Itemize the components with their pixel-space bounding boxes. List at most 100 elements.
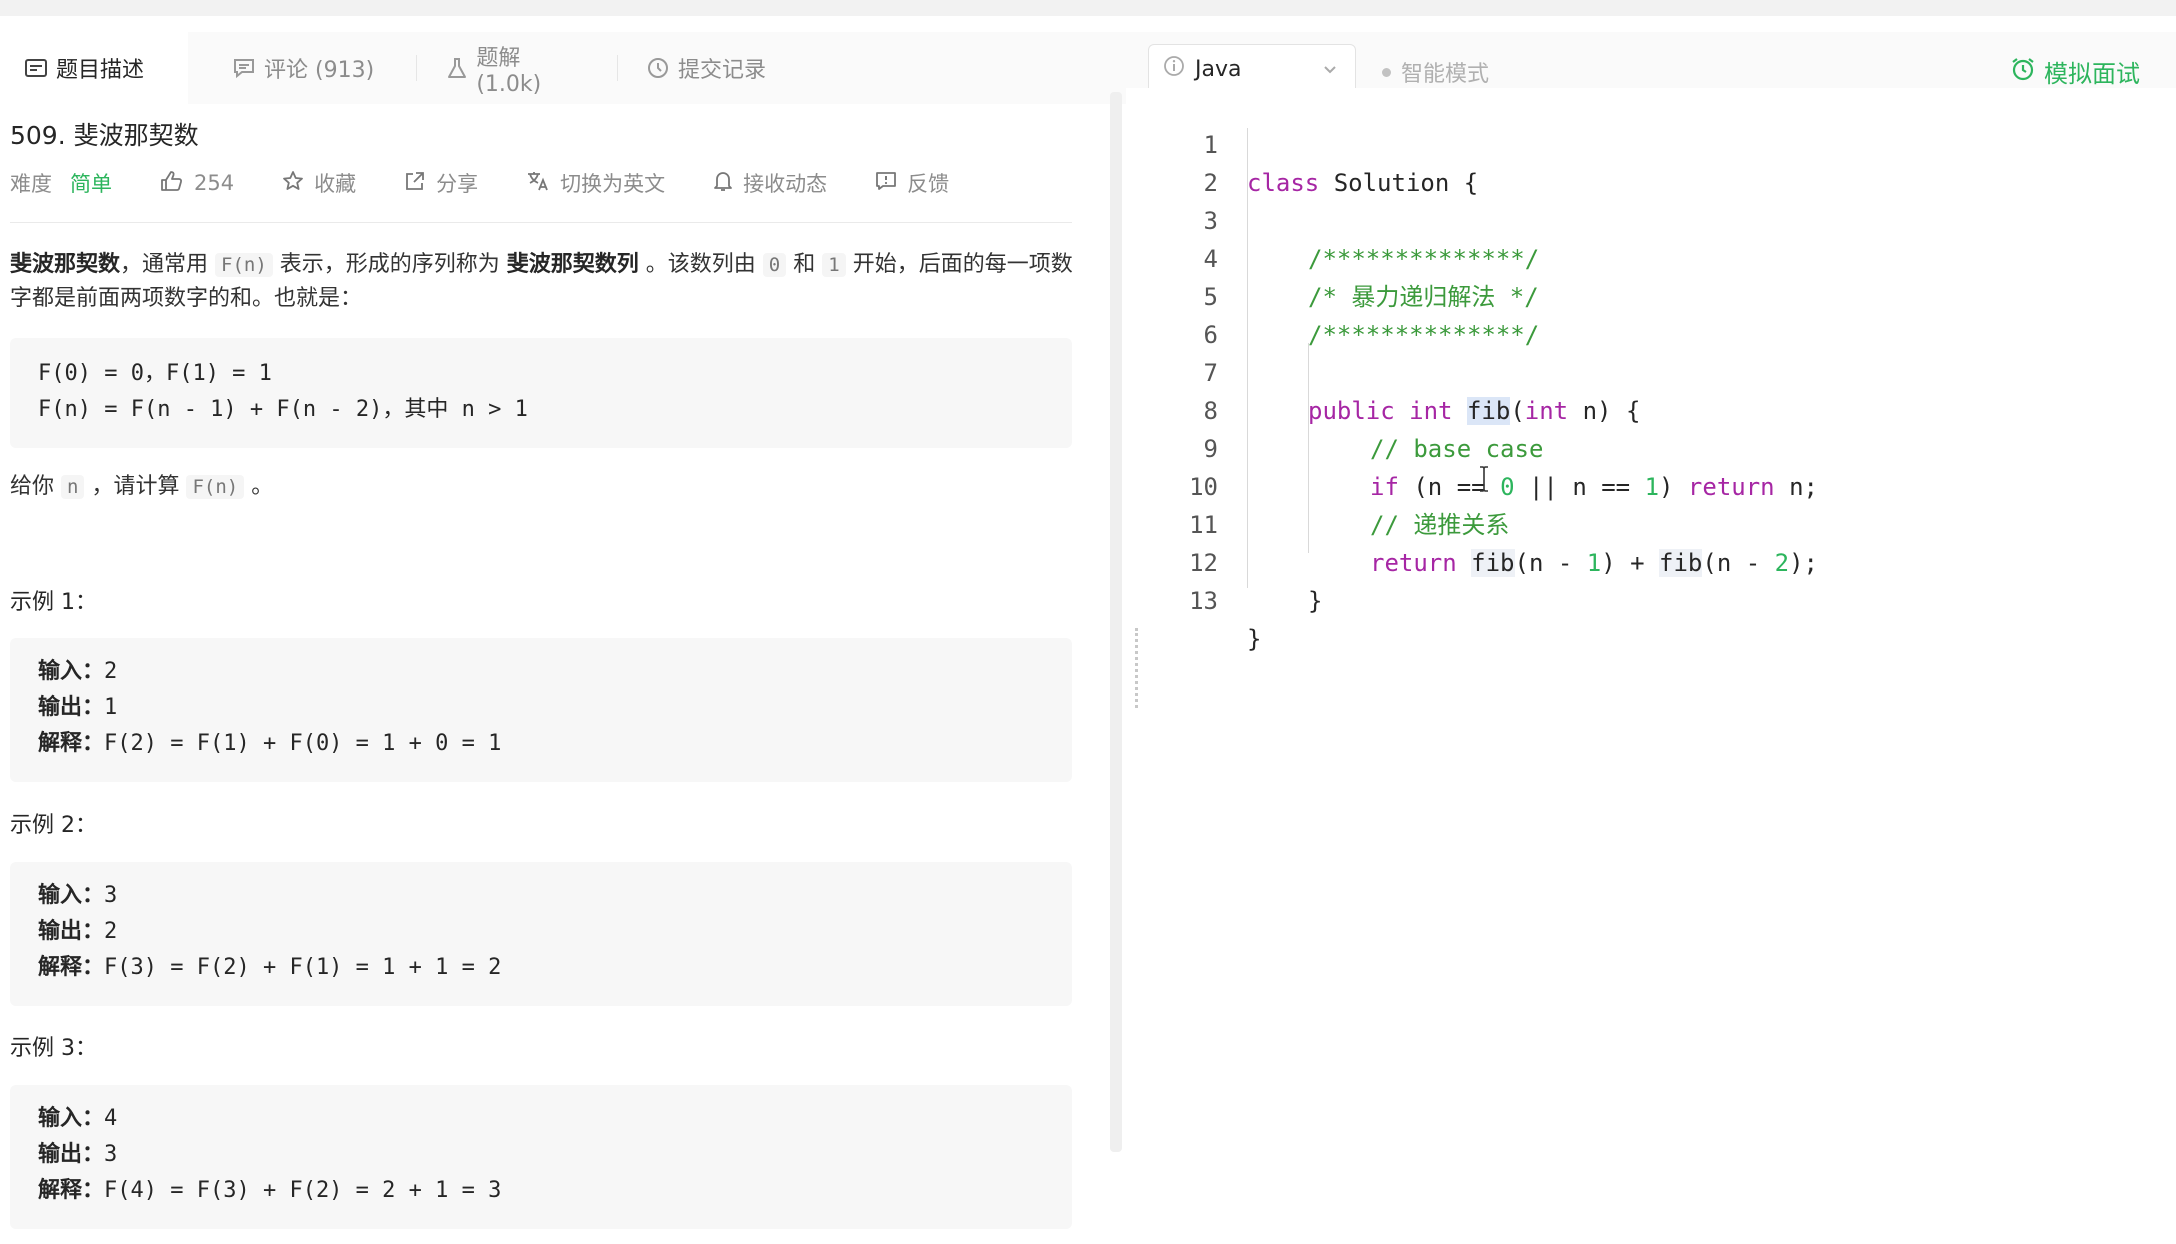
clock-icon: [646, 56, 670, 80]
mock-interview-button[interactable]: 模拟面试: [2010, 54, 2140, 89]
example-block: 输入：3 输出：2 解释：F(3) = F(2) + F(1) = 1 + 1 …: [10, 862, 1072, 1006]
info-icon: [1163, 55, 1185, 83]
output-value: 2: [104, 919, 118, 944]
input-value: 3: [104, 883, 118, 908]
thumbs-up-icon: [160, 170, 184, 197]
inline-code: 1: [822, 253, 846, 277]
smart-mode-toggle[interactable]: 智能模式: [1382, 56, 1489, 88]
code-line: 13 }: [1148, 544, 2176, 653]
example-explanation: 解释：F(3) = F(2) + F(1) = 1 + 1 = 2: [38, 950, 1044, 986]
drag-handle-icon: [1135, 628, 1139, 708]
intro-text: ，通常用: [120, 252, 216, 277]
formula-line: F(0) = 0，F(1) = 1: [38, 361, 272, 386]
language-value: Java: [1195, 56, 1242, 82]
share-button[interactable]: 分享: [404, 168, 478, 198]
ask-text: ，请计算: [84, 474, 187, 499]
text-cursor-icon: [1478, 465, 1490, 499]
chevron-down-icon: [1321, 59, 1339, 84]
like-button[interactable]: 254: [160, 170, 234, 197]
inline-code: F(n): [186, 475, 245, 499]
input-label: 输入：: [38, 659, 105, 684]
input-label: 输入：: [38, 1106, 105, 1131]
difficulty-label: 难度: [10, 172, 52, 196]
code-line: 8 // base case: [1148, 354, 2176, 463]
mock-interview-label: 模拟面试: [2044, 60, 2140, 88]
code-editor[interactable]: 1 class Solution { 2 3 /**************/ …: [1148, 88, 2176, 1244]
share-label: 分享: [436, 172, 479, 196]
formula-block: F(0) = 0，F(1) = 1 F(n) = F(n - 1) + F(n …: [10, 338, 1072, 448]
problem-description-panel: 509. 斐波那契数 难度 简单 254 收藏 分享 切换为英文 接收动态 反馈…: [0, 88, 1110, 1244]
code-text: }: [1247, 625, 1262, 653]
favorite-button[interactable]: 收藏: [282, 168, 356, 198]
intro-text: 表示，形成的序列称为: [272, 252, 507, 277]
example-input: 输入：4: [38, 1101, 1044, 1137]
example-explanation: 解释：F(4) = F(3) + F(2) = 2 + 1 = 3: [38, 1173, 1044, 1209]
input-value: 2: [104, 659, 118, 684]
flask-icon: [445, 56, 468, 80]
input-value: 4: [104, 1106, 118, 1131]
tab-description-label: 题目描述: [56, 58, 145, 83]
example-block: 输入：4 输出：3 解释：F(4) = F(3) + F(2) = 2 + 1 …: [10, 1085, 1072, 1229]
explanation-label: 解释：: [38, 955, 105, 980]
problem-ask: 给你 n ，请计算 F(n) 。: [10, 470, 1080, 504]
difficulty-badge: 简单: [70, 172, 112, 196]
code-line: 7 public int fib(int n) {: [1148, 316, 2176, 425]
explanation-value: F(4) = F(3) + F(2) = 2 + 1 = 3: [104, 1178, 502, 1203]
term-fibonacci-sequence: 斐波那契数列: [506, 252, 639, 277]
divider: [10, 222, 1072, 223]
code-line: 12 }: [1148, 506, 2176, 615]
tab-comments-label: 评论 (913): [264, 58, 375, 83]
example-block: 输入：2 输出：1 解释：F(2) = F(1) + F(0) = 1 + 0 …: [10, 638, 1072, 782]
document-icon: [24, 56, 48, 80]
problem-title: 509. 斐波那契数: [10, 121, 199, 150]
problem-meta-bar: 难度 简单 254 收藏 分享 切换为英文 接收动态 反馈: [10, 168, 949, 198]
feedback-label: 反馈: [907, 172, 950, 196]
share-icon: [404, 170, 426, 197]
panel-resize-handle[interactable]: [1126, 88, 1148, 1244]
code-line: 1 class Solution {: [1148, 88, 2176, 197]
subscribe-button[interactable]: 接收动态: [713, 168, 827, 198]
example-input: 输入：2: [38, 654, 1044, 690]
smart-mode-label: 智能模式: [1401, 62, 1490, 87]
output-label: 输出：: [38, 1142, 105, 1167]
example-input: 输入：3: [38, 878, 1044, 914]
star-icon: [282, 170, 304, 197]
code-line: 5 /**************/: [1148, 240, 2176, 349]
example-output: 输出：2: [38, 914, 1044, 950]
inline-code: F(n): [215, 253, 273, 277]
ask-text: 给你: [10, 474, 61, 499]
input-label: 输入：: [38, 883, 105, 908]
code-line: 10 // 递推关系: [1148, 430, 2176, 539]
translate-icon: [526, 170, 550, 197]
example-output: 输出：1: [38, 690, 1044, 726]
code-line: 4 /* 暴力递归解法 */: [1148, 202, 2176, 311]
inline-code: 0: [762, 253, 787, 277]
inline-code: n: [61, 475, 85, 499]
example-explanation: 解释：F(2) = F(1) + F(0) = 1 + 0 = 1: [38, 726, 1044, 762]
description-scrollbar[interactable]: [1110, 92, 1122, 1152]
switch-language-button[interactable]: 切换为英文: [526, 168, 665, 198]
subscribe-label: 接收动态: [743, 172, 828, 196]
example-output: 输出：3: [38, 1137, 1044, 1173]
example-title: 示例 2：: [10, 813, 97, 838]
language-select[interactable]: Java: [1148, 44, 1356, 94]
switch-language-label: 切换为英文: [560, 172, 666, 196]
alarm-clock-icon: [2010, 56, 2036, 88]
top-bar: 题目描述 评论 (913) 题解 (1.0k) 提交记录 Java 智能模式 模…: [0, 0, 2176, 104]
output-value: 1: [104, 695, 118, 720]
code-text: }: [1308, 587, 1323, 615]
code-line: 2: [1148, 126, 2176, 197]
example-title: 示例 3：: [10, 1036, 97, 1061]
feedback-button[interactable]: 反馈: [875, 168, 949, 198]
line-number: 13: [1189, 587, 1218, 615]
explanation-value: F(3) = F(2) + F(1) = 1 + 1 = 2: [104, 955, 502, 980]
bell-icon: [713, 170, 733, 197]
code-line: 11 return fib(n - 1) + fib(n - 2);: [1148, 468, 2176, 577]
intro-text: 和: [786, 252, 823, 277]
explanation-label: 解释：: [38, 1178, 105, 1203]
like-count: 254: [194, 171, 235, 195]
explanation-value: F(2) = F(1) + F(0) = 1 + 0 = 1: [104, 731, 502, 756]
code-line: 3 /**************/: [1148, 164, 2176, 273]
code-line: 6: [1148, 278, 2176, 349]
ask-text: 。: [244, 474, 274, 499]
